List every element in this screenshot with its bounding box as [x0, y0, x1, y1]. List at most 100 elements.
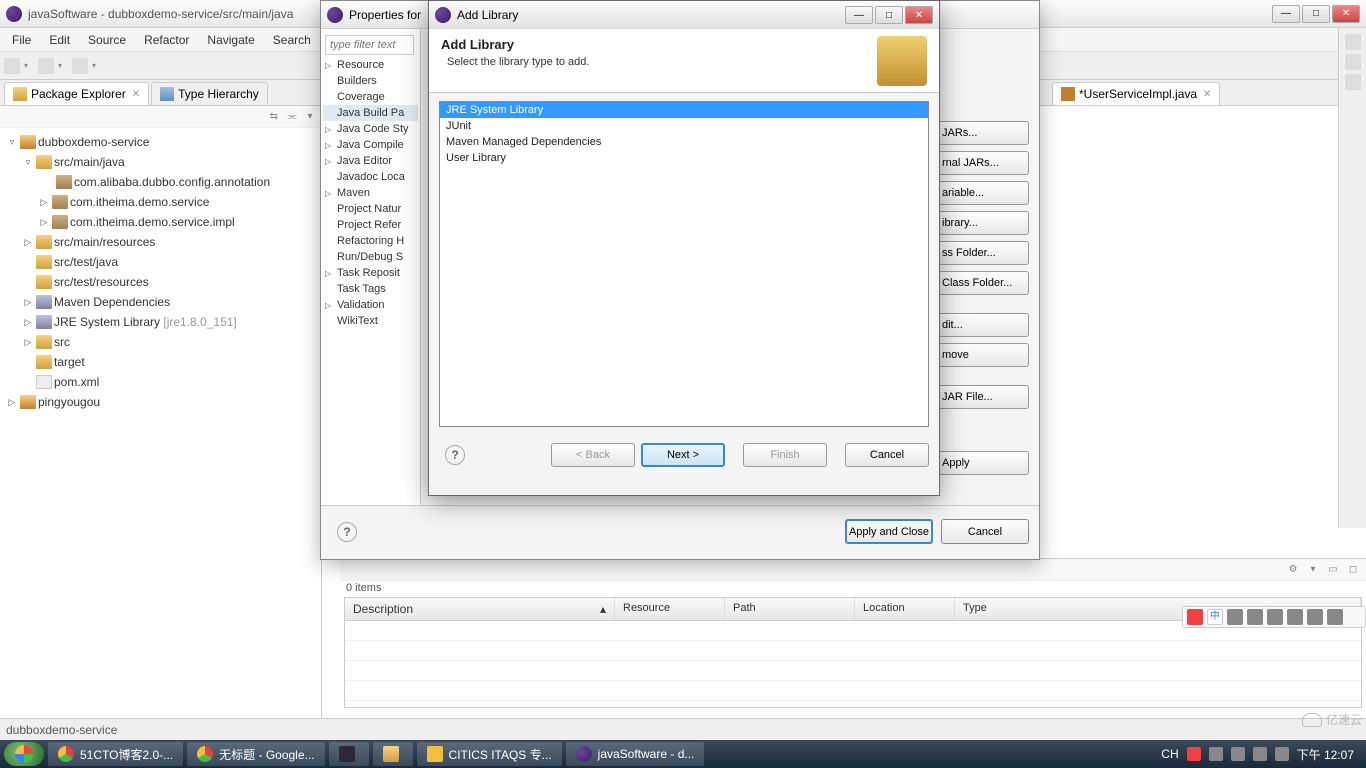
props-tree-item-selected[interactable]: Java Build Pa — [323, 105, 418, 121]
network-icon[interactable] — [1231, 747, 1245, 761]
library-type-item[interactable]: JUnit — [440, 118, 928, 134]
add-jars-button[interactable]: JARs... — [935, 121, 1029, 145]
library-type-item-selected[interactable]: JRE System Library — [440, 102, 928, 118]
props-tree-item[interactable]: Javadoc Loca — [323, 169, 418, 185]
tab-type-hierarchy[interactable]: Type Hierarchy — [151, 82, 268, 105]
ime-icon[interactable] — [1247, 609, 1263, 625]
ime-icon[interactable] — [1287, 609, 1303, 625]
task-list-icon[interactable] — [1345, 54, 1361, 70]
cancel-button[interactable]: Cancel — [941, 519, 1029, 544]
col-path[interactable]: Path — [725, 598, 855, 620]
close-icon[interactable]: ✕ — [1203, 89, 1211, 100]
tray-icon[interactable] — [1209, 747, 1223, 761]
tree-package[interactable]: ▷com.itheima.demo.service — [0, 192, 321, 212]
props-tree-item[interactable]: Java Code Sty — [323, 121, 418, 137]
props-tree-item[interactable]: Refactoring H — [323, 233, 418, 249]
taskbar-item[interactable]: 无标题 - Google... — [187, 742, 324, 766]
props-tree-item[interactable]: Java Compile — [323, 137, 418, 153]
library-type-item[interactable]: Maven Managed Dependencies — [440, 134, 928, 150]
taskbar-item[interactable] — [373, 742, 413, 766]
ime-icon[interactable] — [1227, 609, 1243, 625]
back-button[interactable]: < Back — [551, 443, 635, 467]
props-tree-item[interactable]: Task Tags — [323, 281, 418, 297]
tree-file[interactable]: pom.xml — [0, 372, 321, 392]
menu-source[interactable]: Source — [80, 30, 134, 50]
props-tree-item[interactable]: Maven — [323, 185, 418, 201]
toolbar-icon[interactable] — [4, 58, 20, 74]
add-variable-button[interactable]: ariable... — [935, 181, 1029, 205]
tree-project[interactable]: ▿dubboxdemo-service — [0, 132, 321, 152]
toolbar-icon[interactable] — [38, 58, 54, 74]
add-class-folder-button[interactable]: ss Folder... — [935, 241, 1029, 265]
dialog-titlebar[interactable]: Add Library — □ ✕ — [429, 1, 939, 29]
tree-package[interactable]: com.alibaba.dubbo.config.annotation — [0, 172, 321, 192]
chinese-mode-icon[interactable]: 中 — [1207, 609, 1223, 625]
menu-refactor[interactable]: Refactor — [136, 30, 197, 50]
add-external-class-folder-button[interactable]: Class Folder... — [935, 271, 1029, 295]
tree-folder[interactable]: src/test/java — [0, 252, 321, 272]
tab-package-explorer[interactable]: Package Explorer ✕ — [4, 82, 149, 105]
tree-project[interactable]: ▷pingyougou — [0, 392, 321, 412]
tree-folder[interactable]: target — [0, 352, 321, 372]
gutter-icon[interactable] — [1345, 74, 1361, 90]
props-tree-item[interactable]: Builders — [323, 73, 418, 89]
menu-edit[interactable]: Edit — [41, 30, 78, 50]
close-button[interactable]: ✕ — [1332, 5, 1360, 23]
col-location[interactable]: Location — [855, 598, 955, 620]
add-library-button[interactable]: ibrary... — [935, 211, 1029, 235]
menu-icon[interactable]: ▾ — [1306, 563, 1320, 577]
library-type-item[interactable]: User Library — [440, 150, 928, 166]
taskbar-item[interactable] — [329, 742, 369, 766]
close-icon[interactable]: ✕ — [132, 89, 140, 100]
library-type-list[interactable]: JRE System Library JUnit Maven Managed D… — [439, 101, 929, 427]
props-tree-item[interactable]: Task Reposit — [323, 265, 418, 281]
apply-and-close-button[interactable]: Apply and Close — [845, 519, 933, 544]
props-tree-item[interactable]: Project Refer — [323, 217, 418, 233]
props-tree-item[interactable]: Coverage — [323, 89, 418, 105]
start-button[interactable] — [4, 742, 44, 766]
tree-library[interactable]: ▷Maven Dependencies — [0, 292, 321, 312]
ime-icon[interactable] — [1307, 609, 1323, 625]
finish-button[interactable]: Finish — [743, 443, 827, 467]
filter-icon[interactable]: ⚙ — [1286, 563, 1300, 577]
menu-file[interactable]: File — [4, 30, 39, 50]
maximize-icon[interactable]: ◻ — [1346, 563, 1360, 577]
collapse-icon[interactable]: ⇆ — [267, 110, 281, 124]
keyboard-icon[interactable] — [1267, 609, 1283, 625]
help-icon[interactable]: ? — [337, 522, 357, 542]
taskbar-item[interactable]: 51CTO博客2.0-... — [48, 742, 183, 766]
close-button[interactable]: ✕ — [905, 6, 933, 24]
next-button[interactable]: Next > — [641, 443, 725, 467]
col-resource[interactable]: Resource — [615, 598, 725, 620]
menu-search[interactable]: Search — [265, 30, 319, 50]
minimize-button[interactable]: — — [1272, 5, 1300, 23]
outline-icon[interactable] — [1345, 34, 1361, 50]
maximize-button[interactable]: □ — [875, 6, 903, 24]
link-icon[interactable]: ⫘ — [285, 110, 299, 124]
minimize-button[interactable]: — — [845, 6, 873, 24]
minimize-icon[interactable]: ▭ — [1326, 563, 1340, 577]
sogou-icon[interactable] — [1187, 609, 1203, 625]
filter-input[interactable] — [325, 35, 414, 55]
add-external-jars-button[interactable]: rnal JARs... — [935, 151, 1029, 175]
props-tree-item[interactable]: Resource — [323, 57, 418, 73]
props-tree-item[interactable]: WikiText — [323, 313, 418, 329]
tree-folder[interactable]: ▷src — [0, 332, 321, 352]
remove-button[interactable]: move — [935, 343, 1029, 367]
props-tree-item[interactable]: Validation — [323, 297, 418, 313]
volume-icon[interactable] — [1253, 747, 1267, 761]
editor-tab[interactable]: *UserServiceImpl.java ✕ — [1052, 82, 1220, 105]
col-description[interactable]: Description▴ — [345, 598, 615, 620]
apply-button[interactable]: Apply — [935, 451, 1029, 475]
help-icon[interactable]: ? — [445, 445, 465, 465]
props-tree-item[interactable]: Run/Debug S — [323, 249, 418, 265]
tree-folder[interactable]: ▷src/main/resources — [0, 232, 321, 252]
menu-navigate[interactable]: Navigate — [199, 30, 262, 50]
tray-icon[interactable] — [1187, 747, 1201, 761]
props-tree-item[interactable]: Project Natur — [323, 201, 418, 217]
clock[interactable]: 下午 12:07 — [1297, 746, 1354, 763]
language-indicator[interactable]: CH — [1161, 747, 1178, 761]
battery-icon[interactable] — [1275, 747, 1289, 761]
tree-package[interactable]: ▷com.itheima.demo.service.impl — [0, 212, 321, 232]
toolbar-icon[interactable] — [72, 58, 88, 74]
